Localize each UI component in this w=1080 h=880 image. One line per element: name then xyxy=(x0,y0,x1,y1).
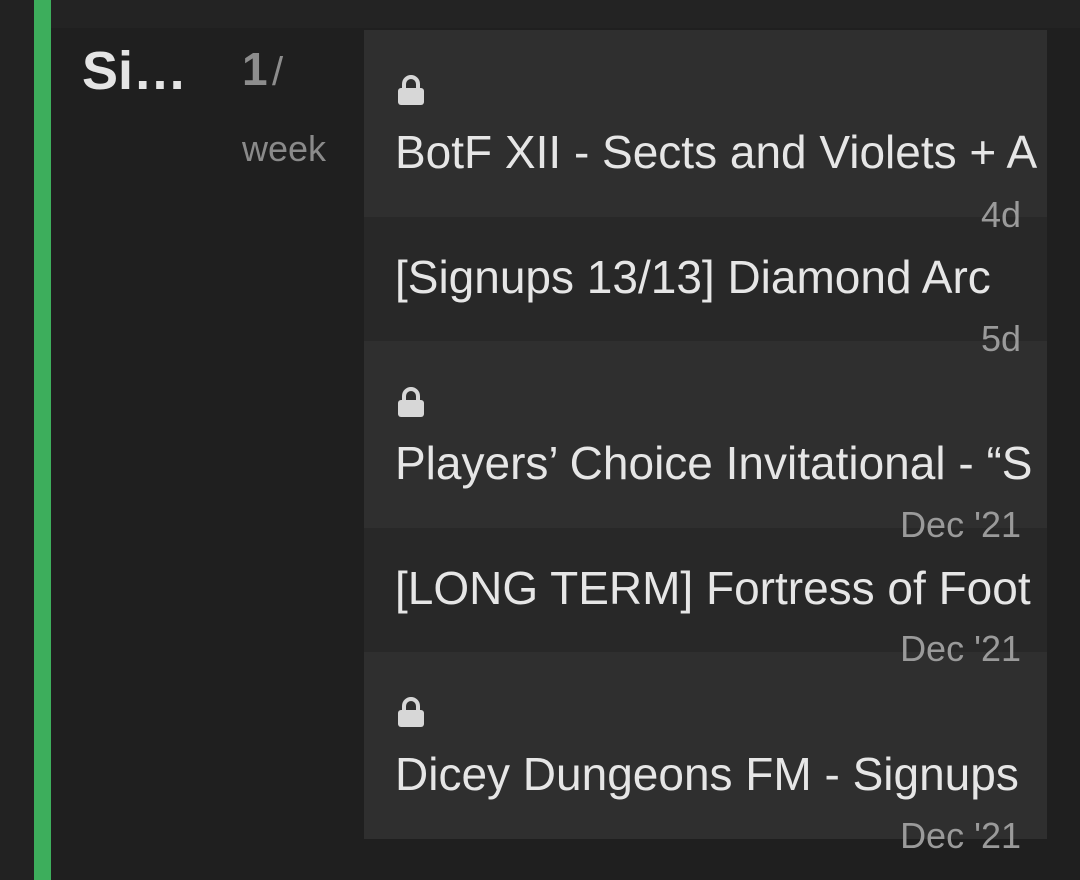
category-list-view: Si… 1 / week BotF XII - Sects and Violet… xyxy=(0,0,1080,880)
topic-age[interactable]: 5d xyxy=(981,319,1021,359)
topic-title[interactable]: [LONG TERM] Fortress of Foot xyxy=(395,560,1031,616)
topic-title[interactable]: BotF XII - Sects and Violets + A xyxy=(395,124,1037,180)
category-name[interactable]: Si… xyxy=(82,40,187,102)
category-color-bar xyxy=(34,0,51,880)
topic-row[interactable]: Dicey Dungeons FM - Signups Dec '21 xyxy=(364,652,1080,856)
previous-row-edge xyxy=(51,0,1080,28)
topic-row[interactable]: [Signups 13/13] Diamond Arc 5d xyxy=(364,217,1080,359)
latest-topics-list: BotF XII - Sects and Violets + A 4d [Sig… xyxy=(364,30,1080,880)
topic-age[interactable]: 4d xyxy=(981,195,1021,235)
topic-title[interactable]: Dicey Dungeons FM - Signups xyxy=(395,746,1019,802)
topic-title[interactable]: Players’ Choice Invitational - “S xyxy=(395,435,1032,491)
topics-per-week: 1 / week xyxy=(242,46,352,172)
topic-row[interactable]: BotF XII - Sects and Violets + A 4d xyxy=(364,30,1080,235)
rate-unit: week xyxy=(242,128,327,169)
topic-row[interactable]: [LONG TERM] Fortress of Foot Dec '21 xyxy=(364,528,1080,669)
topic-age[interactable]: Dec '21 xyxy=(900,816,1021,856)
lock-icon xyxy=(398,75,424,105)
lock-icon xyxy=(398,387,424,417)
left-gutter xyxy=(0,0,34,880)
lock-icon xyxy=(398,697,424,727)
topic-age[interactable]: Dec '21 xyxy=(900,629,1021,669)
topic-title[interactable]: [Signups 13/13] Diamond Arc xyxy=(395,249,991,305)
topic-row[interactable]: Players’ Choice Invitational - “S Dec '2… xyxy=(364,341,1080,545)
rate-count: 1 xyxy=(242,43,268,95)
rate-separator: / xyxy=(272,50,284,94)
topic-age[interactable]: Dec '21 xyxy=(900,505,1021,545)
